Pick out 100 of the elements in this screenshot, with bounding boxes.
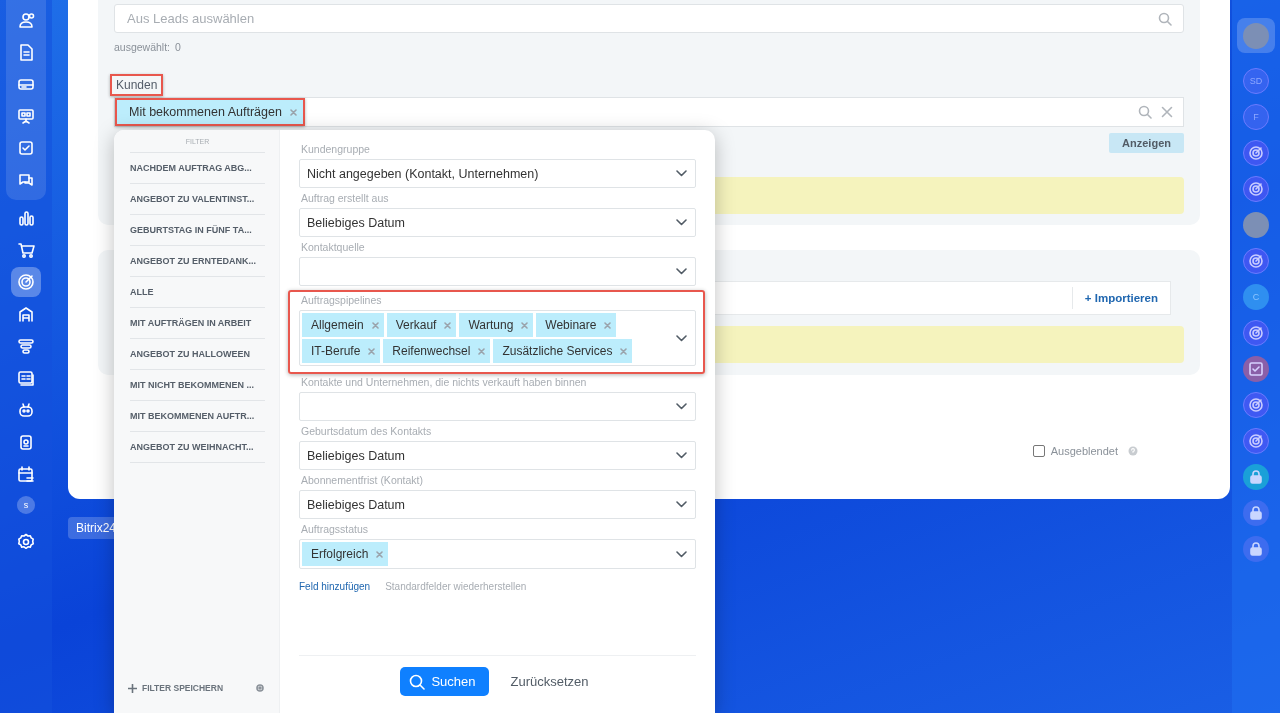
document-icon [17,43,35,61]
funnel-icon [17,337,35,355]
count-value: 0 [175,41,181,53]
field-label: Kontaktquelle [301,241,366,253]
checkbox-icon [1248,360,1264,377]
filter-tag[interactable]: Reifenwechsel [383,339,491,363]
remove-icon[interactable] [444,321,452,329]
chevron-down-icon [676,219,687,226]
filter-tag[interactable]: Erfolgreich [302,542,389,566]
remove-icon[interactable] [289,108,297,116]
preset-item[interactable]: ANGEBOT ZU WEIHNACHT... [130,432,265,463]
select-field[interactable] [299,392,696,421]
initials-avatar: F [1243,103,1269,130]
field-label: Auftragspipelines [301,294,383,306]
select-field[interactable]: Beliebiges Datum [299,490,696,519]
remove-icon[interactable] [371,321,379,329]
target-icon [17,273,35,291]
search-button[interactable]: Suchen [400,667,489,696]
target-icon [1248,324,1264,341]
preset-item[interactable]: GEBURTSTAG IN FÜNF TA... [130,215,265,246]
checkbox-label: Ausgeblendet [1050,445,1118,457]
import-button[interactable]: + Importieren [1072,292,1170,304]
settings-icon[interactable] [255,683,265,693]
search-icon[interactable] [1138,105,1152,119]
avatar-placeholder [1243,211,1269,238]
remove-icon[interactable] [604,321,612,329]
preset-item[interactable]: ANGEBOT ZU HALLOWEEN [130,339,265,370]
select-field[interactable]: Beliebiges Datum [299,208,696,237]
filter-tag[interactable]: Allgemein [302,313,384,337]
remove-icon[interactable] [376,550,384,558]
target-icon [1248,180,1264,197]
chevron-down-icon [676,334,687,342]
save-filter-button[interactable]: FILTER SPEICHERN [128,683,224,693]
filter-tag[interactable]: IT-Berufe [302,339,381,363]
tag-select[interactable]: Allgemein Verkauf Wartung Webinare IT-Berufe Reifenwechsel Zusätzliche Services [299,310,696,366]
target-icon [1248,252,1264,269]
avatar-placeholder [1243,22,1269,49]
presentation-icon [17,107,35,125]
filter-tag[interactable]: Mit bekommenen Aufträgen [115,98,305,126]
show-button[interactable]: Anzeigen [1109,133,1184,153]
preset-item[interactable]: MIT NICHT BEKOMMENEN ... [130,370,265,401]
chat-icon [17,171,35,189]
lock-icon [1248,468,1264,485]
search-icon [409,673,426,690]
chevron-down-icon [676,550,687,558]
initials-avatar: C [1243,283,1269,310]
reset-button[interactable]: Zurücksetzen [504,673,595,690]
checkbox[interactable] [1032,445,1045,457]
id-card-icon [17,369,35,387]
cart-icon [17,241,35,259]
calendar-icon [17,465,35,483]
remove-icon[interactable] [478,347,486,355]
user-avatar[interactable]: s [17,496,35,514]
search-field[interactable]: Aus Leads auswählen [114,4,1184,33]
preset-item[interactable]: MIT BEKOMMENEN AUFTR... [130,401,265,432]
chevron-down-icon [676,268,687,275]
preset-item[interactable]: MIT AUFTRÄGEN IN ARBEIT [130,308,265,339]
target-icon [1248,144,1264,161]
chevron-down-icon [676,501,687,508]
select-field[interactable] [299,257,696,286]
field-label: Auftrag erstellt aus [301,192,390,204]
field-label: Abonnementfrist (Kontakt) [301,474,424,486]
filter-tag[interactable]: Wartung [459,313,534,337]
add-field-link[interactable]: Feld hinzufügen [299,581,371,592]
count-label: ausgewählt: [114,41,171,53]
lock-icon [1248,540,1264,557]
preset-item[interactable]: ANGEBOT ZU ERNTEDANK... [130,246,265,277]
select-field[interactable]: Nicht angegeben (Kontakt, Unternehmen) [299,159,696,188]
select-field[interactable]: Beliebiges Datum [299,441,696,470]
store-icon [17,305,35,323]
bar-chart-icon [17,209,35,227]
field-label: Kunden [110,74,164,96]
remove-icon[interactable] [521,321,529,329]
robot-icon [17,401,35,419]
plus-icon [128,683,137,693]
filter-tag[interactable]: Webinare [536,313,617,337]
initials-avatar: SD [1243,67,1269,94]
chevron-down-icon [676,403,687,410]
lock-icon [1248,504,1264,521]
preset-item[interactable]: ALLE [130,277,265,308]
remove-icon[interactable] [620,347,628,355]
preset-item[interactable]: NACHDEM AUFTRAG ABG... [130,153,265,184]
field-label: Auftragsstatus [301,523,370,535]
tag-field[interactable]: Mit bekommenen Aufträgen [114,97,1184,127]
search-icon[interactable] [1158,12,1172,26]
checkbox-icon [17,139,35,157]
target-icon [1248,396,1264,413]
field-label: Geburtsdatum des Kontakts [301,425,433,437]
field-label: Kundengruppe [301,143,371,155]
target-icon [1248,432,1264,449]
tag-select[interactable]: Erfolgreich [299,539,696,569]
preset-item[interactable]: ANGEBOT ZU VALENTINST... [130,184,265,215]
nav-item[interactable] [11,267,41,297]
clipboard-icon [17,433,35,451]
filter-tag[interactable]: Verkauf [386,313,457,337]
field-label: Kontakte und Unternehmen, die nichts verkauft haben binnen [301,376,588,388]
filter-tag[interactable]: Zusätzliche Services [493,339,633,363]
people-icon [17,11,35,29]
remove-icon[interactable] [368,347,376,355]
close-icon[interactable] [1161,106,1173,118]
